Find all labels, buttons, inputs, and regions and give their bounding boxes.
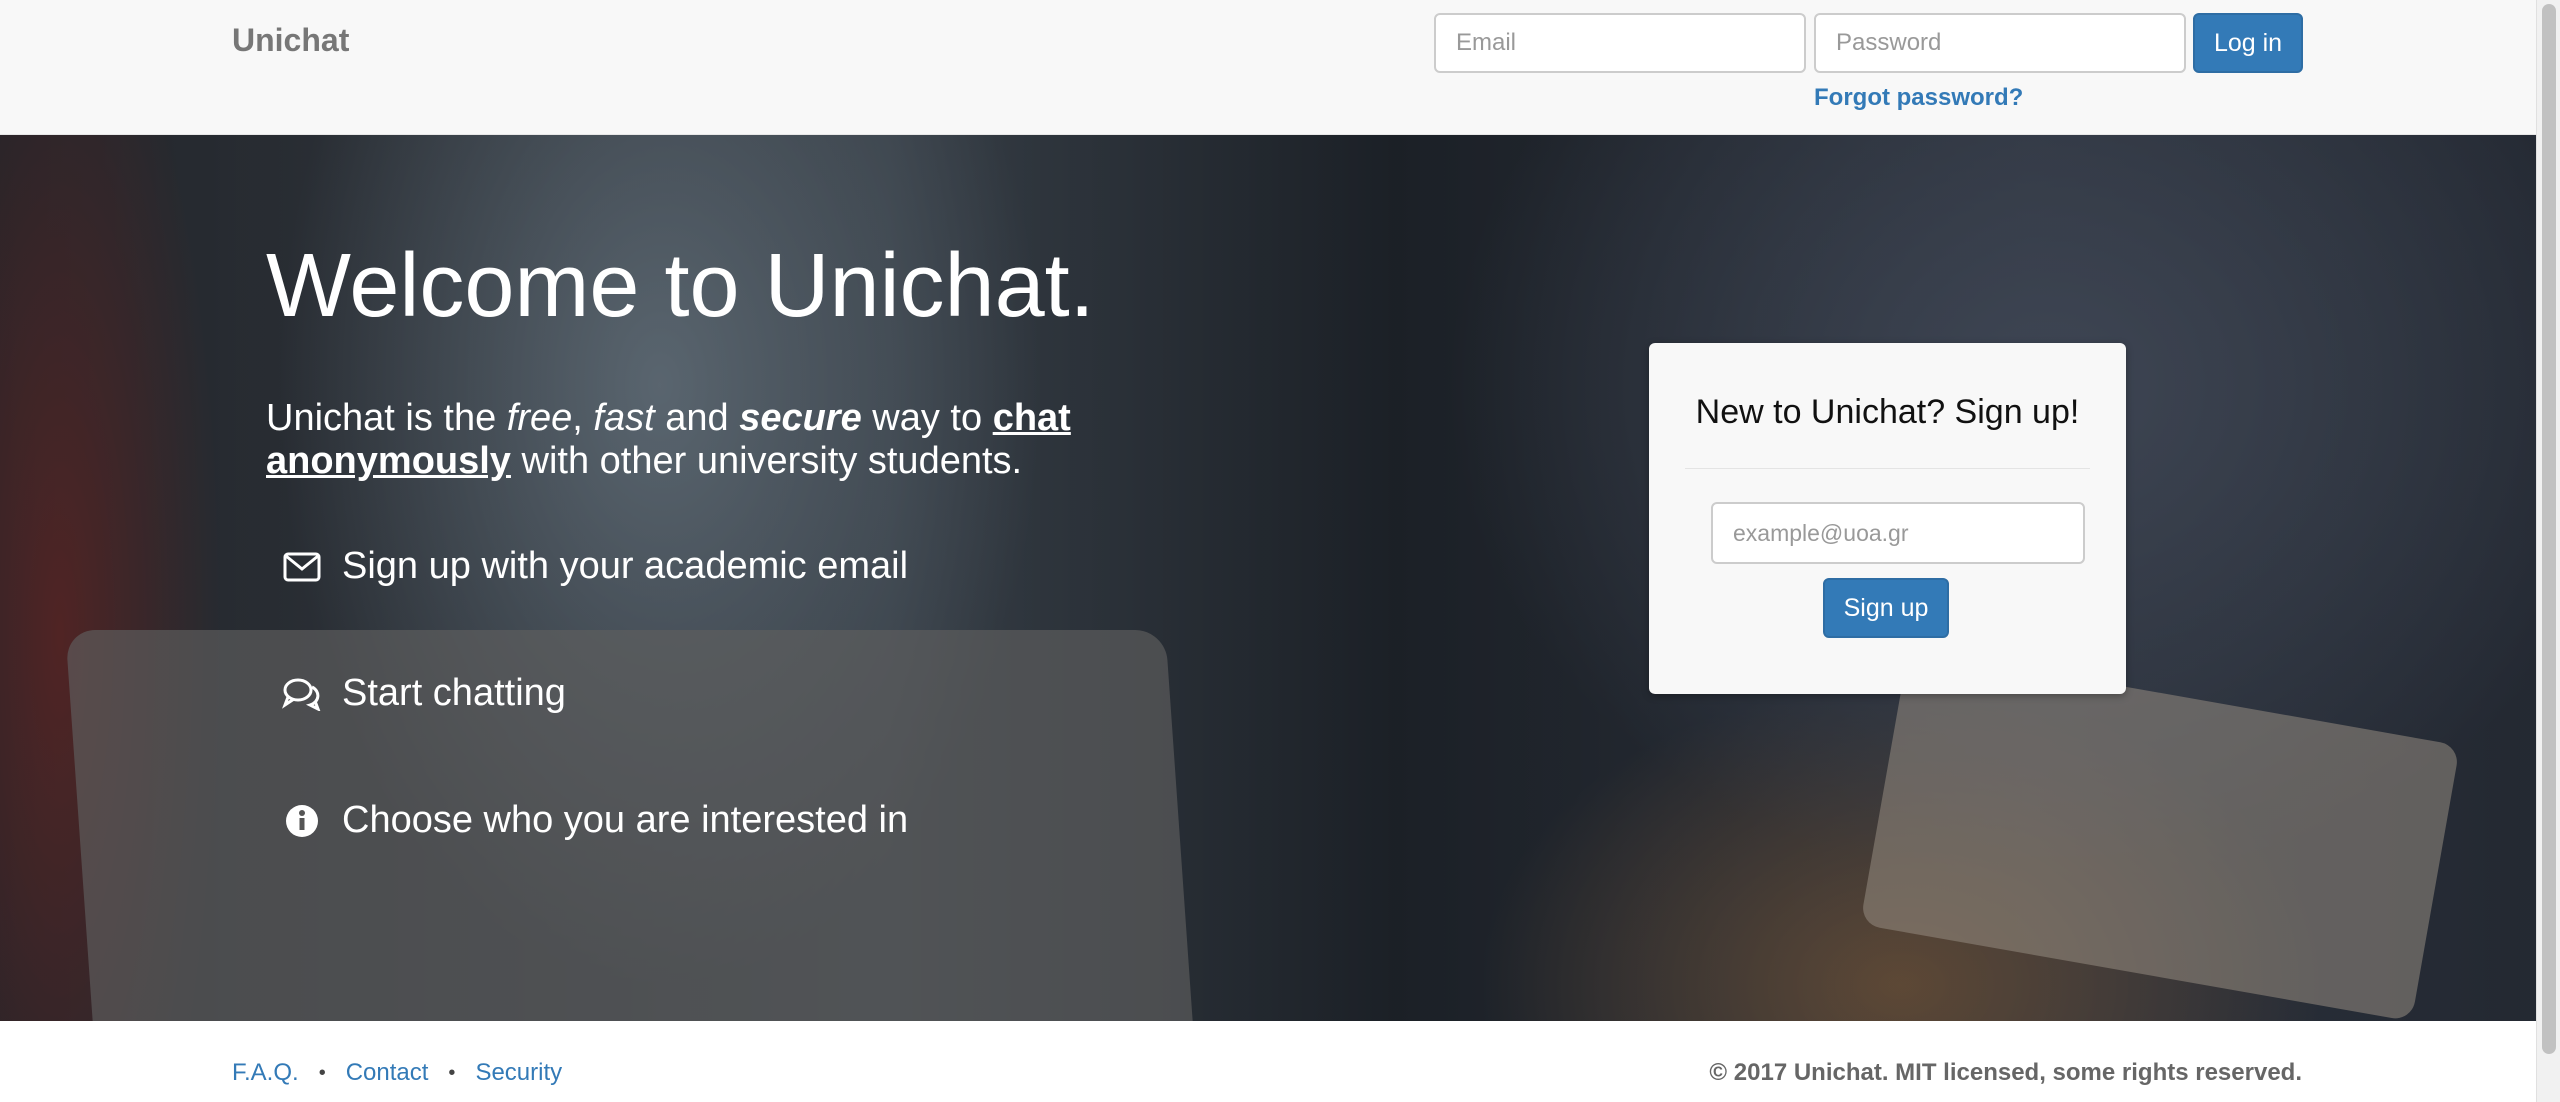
forgot-password-link[interactable]: Forgot password? [1814, 84, 2023, 112]
envelope-icon [282, 547, 322, 587]
contact-link[interactable]: Contact [346, 1059, 429, 1087]
top-navbar: Unichat Log in Forgot password? [0, 0, 2536, 135]
feature-choose-interest: Choose who you are interested in [282, 799, 908, 842]
login-email-input[interactable] [1434, 13, 1806, 73]
signup-card-title: New to Unichat? Sign up! [1695, 393, 2080, 431]
feature-start-chatting: Start chatting [282, 672, 566, 715]
background-tablet-shape [1859, 648, 2461, 1021]
info-icon [282, 801, 322, 841]
signup-email-input[interactable] [1711, 502, 2085, 564]
faq-link[interactable]: F.A.Q. [232, 1059, 299, 1087]
feature-label: Choose who you are interested in [342, 799, 909, 841]
tagline-text: , [572, 397, 594, 439]
tagline-text: way to [861, 397, 993, 439]
copyright-text: © 2017 Unichat. MIT licensed, some right… [1709, 1059, 2302, 1086]
tagline-secure: secure [739, 397, 862, 439]
login-button[interactable]: Log in [2193, 13, 2303, 73]
feature-label: Start chatting [342, 672, 566, 714]
tagline-fast: fast [593, 397, 655, 439]
signup-card: New to Unichat? Sign up! Sign up [1649, 343, 2126, 694]
chat-bubbles-icon [282, 674, 322, 714]
feature-academic-email: Sign up with your academic email [282, 545, 908, 588]
separator-dot: • [318, 1061, 326, 1084]
tagline-text: Unichat is the [266, 397, 507, 439]
divider [1685, 468, 2090, 469]
footer: F.A.Q. • Contact • Security © 2017 Unich… [0, 1021, 2536, 1102]
footer-links: F.A.Q. • Contact • Security [232, 1059, 562, 1087]
tagline-text: and [654, 397, 740, 439]
welcome-heading: Welcome to Unichat. [266, 236, 1095, 336]
feature-label: Sign up with your academic email [342, 545, 909, 587]
page-scrollbar[interactable] [2536, 0, 2560, 1102]
hero-tagline: Unichat is the free, fast and secure way… [266, 397, 1086, 483]
tagline-free: free [506, 397, 573, 439]
separator-dot: • [448, 1061, 456, 1084]
hero-section: Welcome to Unichat. Unichat is the free,… [0, 135, 2536, 1021]
signup-button[interactable]: Sign up [1823, 578, 1949, 638]
scrollbar-thumb[interactable] [2542, 4, 2556, 1054]
tagline-text: with other university students. [510, 440, 1023, 482]
brand-logo-text[interactable]: Unichat [232, 22, 349, 59]
security-link[interactable]: Security [475, 1059, 562, 1087]
login-password-input[interactable] [1814, 13, 2186, 73]
